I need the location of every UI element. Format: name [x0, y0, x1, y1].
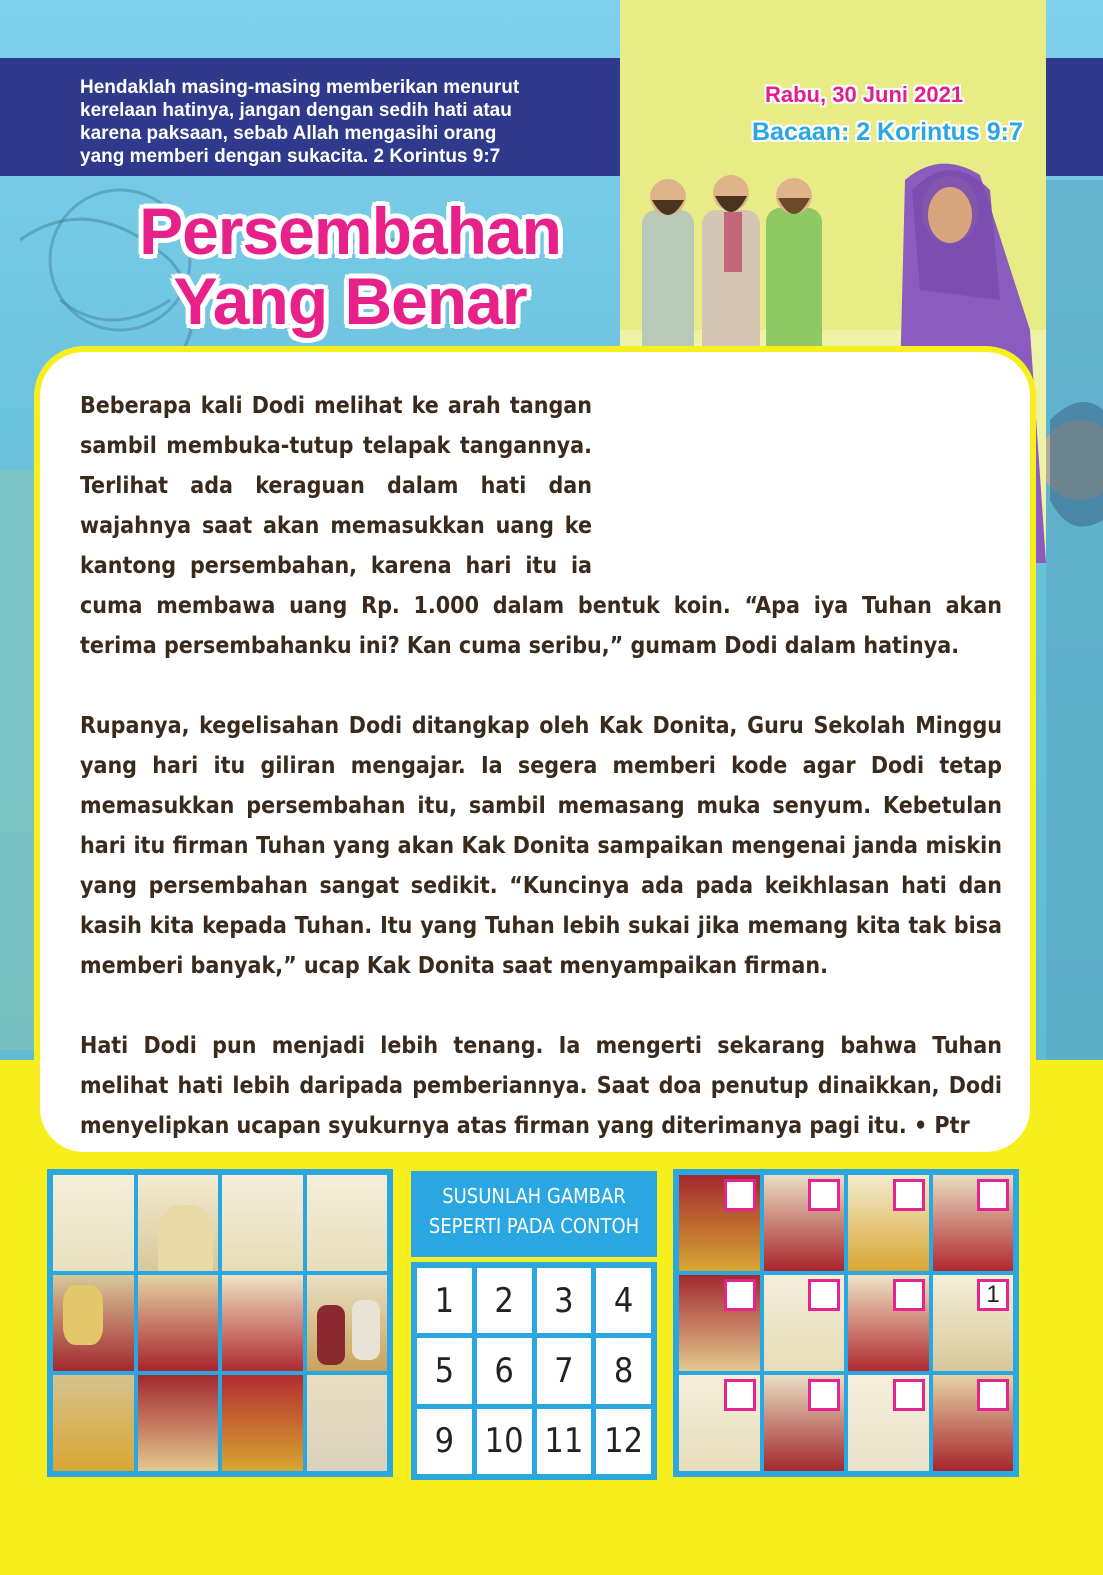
number-cell-10: 10: [476, 1408, 532, 1474]
scrambled-tile-8: 1: [932, 1275, 1013, 1371]
scrambled-tile-12: [932, 1375, 1013, 1471]
story-paragraph-3: Hati Dodi pun menjadi lebih tenang. Ia m…: [80, 1033, 1002, 1139]
instruction-line-2: SEPERTI PADA CONTOH: [428, 1214, 640, 1238]
number-cell-4: 4: [596, 1268, 651, 1334]
story-paragraph-2: Rupanya, kegelisahan Dodi ditangkap oleh…: [80, 713, 1002, 979]
number-cell-2: 2: [476, 1268, 532, 1334]
answer-box-6[interactable]: [808, 1279, 840, 1311]
example-tile-5: [53, 1275, 134, 1371]
scrambled-tile-10: [763, 1375, 844, 1471]
puzzle-scrambled-picture: 1: [673, 1169, 1019, 1477]
example-tile-6: [137, 1275, 218, 1371]
reading-reference: Bacaan: 2 Korintus 9:7: [752, 118, 1023, 146]
number-cell-6: 6: [476, 1338, 532, 1404]
number-cell-3: 3: [536, 1268, 592, 1334]
scrambled-tile-11: [848, 1375, 929, 1471]
example-tile-7: [222, 1275, 303, 1371]
scrambled-tile-4: [932, 1175, 1013, 1271]
example-tile-2: [137, 1175, 218, 1271]
scrambled-tile-7: [848, 1275, 929, 1371]
number-cell-1: 1: [417, 1268, 472, 1334]
instruction-line-1: SUSUNLAH GAMBAR: [442, 1184, 626, 1208]
example-tile-3: [222, 1175, 303, 1271]
number-cell-7: 7: [536, 1338, 592, 1404]
example-tile-8: [306, 1275, 387, 1371]
example-tile-4: [306, 1175, 387, 1271]
answer-box-12[interactable]: [977, 1379, 1009, 1411]
date-label: Rabu, 30 Juni 2021: [765, 82, 964, 107]
answer-box-11[interactable]: [892, 1379, 925, 1411]
answer-box-9[interactable]: [723, 1379, 756, 1411]
scrambled-tile-5: [679, 1275, 760, 1371]
example-tile-11: [222, 1375, 303, 1471]
scrambled-tile-2: [763, 1175, 844, 1271]
number-cell-9: 9: [417, 1408, 472, 1474]
page-title: Persembahan Yang Benar: [120, 196, 580, 336]
scrambled-tile-1: [679, 1175, 760, 1271]
key-verse: Hendaklah masing-masing memberikan menur…: [80, 77, 520, 167]
answer-box-2[interactable]: [808, 1179, 840, 1211]
answer-box-10[interactable]: [808, 1379, 840, 1411]
scrambled-tile-6: [763, 1275, 844, 1371]
illustration-wrap-spacer: [592, 386, 1002, 584]
puzzle-instruction: SUSUNLAH GAMBAR SEPERTI PADA CONTOH: [411, 1171, 657, 1257]
number-cell-8: 8: [596, 1338, 651, 1404]
example-tile-9: [53, 1375, 134, 1471]
scrambled-tile-3: [848, 1175, 929, 1271]
answer-box-4[interactable]: [977, 1179, 1009, 1211]
story-text: Beberapa kali Dodi melihat ke arah tanga…: [80, 386, 1002, 1146]
number-cell-12: 12: [596, 1408, 651, 1474]
number-cell-11: 11: [536, 1408, 592, 1474]
puzzle-example-picture: [47, 1169, 393, 1477]
example-tile-10: [137, 1375, 218, 1471]
answer-box-8[interactable]: 1: [977, 1279, 1009, 1311]
answer-box-1[interactable]: [723, 1179, 756, 1211]
example-tile-1: [53, 1175, 134, 1271]
number-grid: 1 2 3 4 5 6 7 8 9 10 11 12: [411, 1262, 657, 1480]
answer-box-7[interactable]: [892, 1279, 925, 1311]
scrambled-tile-9: [679, 1375, 760, 1471]
answer-box-3[interactable]: [892, 1179, 925, 1211]
answer-box-5[interactable]: [723, 1279, 756, 1311]
title-text: Persembahan Yang Benar: [139, 194, 562, 338]
example-tile-12: [306, 1375, 387, 1471]
number-cell-5: 5: [417, 1338, 472, 1404]
